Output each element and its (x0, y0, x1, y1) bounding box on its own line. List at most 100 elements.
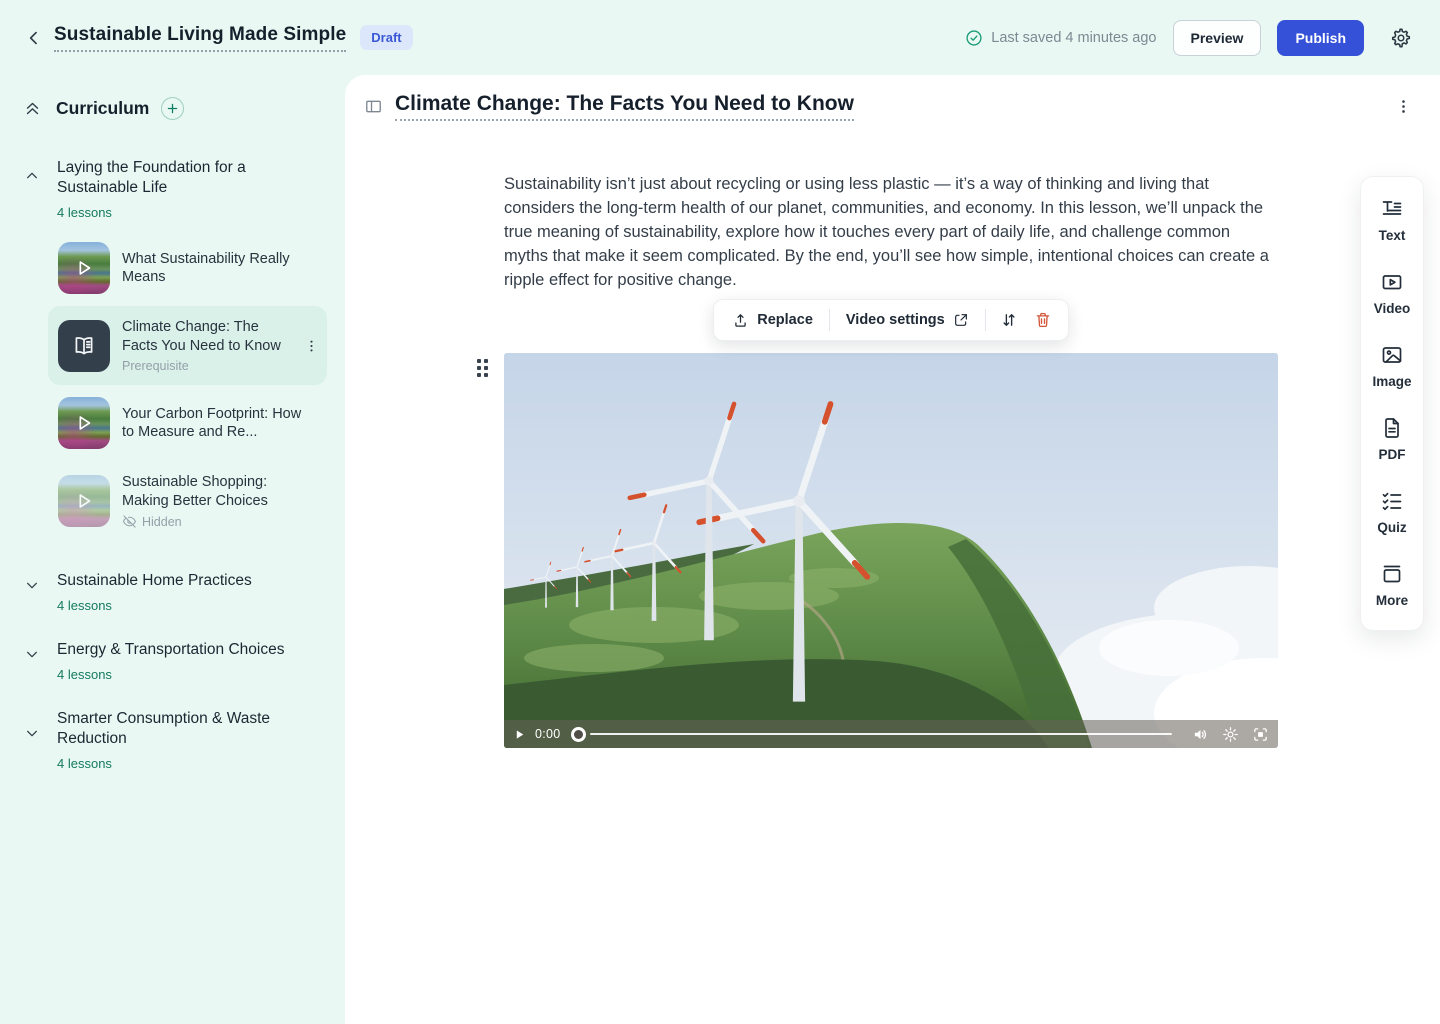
video-block: 0:00 (504, 353, 1278, 748)
section-title: Energy & Transportation Choices (57, 640, 284, 660)
add-section-button[interactable] (161, 97, 184, 120)
insert-image-button[interactable]: Image (1372, 343, 1411, 389)
section-lesson-count: 4 lessons (57, 205, 272, 220)
video-play-button[interactable] (513, 728, 526, 741)
section-header[interactable]: Smarter Consumption & Waste Reduction 4 … (0, 709, 345, 771)
lesson-editor-panel: Climate Change: The Facts You Need to Kn… (345, 75, 1440, 1024)
toolbar-divider (829, 309, 830, 331)
section-title: Sustainable Home Practices (57, 571, 252, 591)
rail-item-label: Image (1372, 374, 1411, 389)
chevron-down-icon (24, 577, 40, 593)
move-block-button[interactable] (992, 307, 1026, 333)
insert-pdf-button[interactable]: PDF (1379, 416, 1406, 462)
lesson-menu-button[interactable] (1391, 94, 1416, 119)
header-actions: Last saved 4 minutes ago Preview Publish (965, 20, 1416, 56)
play-icon (58, 242, 110, 294)
video-still-wind-turbines (504, 353, 1278, 748)
lesson-reading-thumbnail (58, 320, 110, 372)
collapse-all-button[interactable] (24, 100, 41, 117)
lesson-heading[interactable]: Climate Change: The Facts You Need to Kn… (395, 92, 854, 121)
video-progress-bar[interactable] (590, 733, 1172, 736)
lesson-title: What Sustainability Really Means (122, 250, 317, 287)
section-lesson-count: 4 lessons (57, 598, 252, 613)
text-icon (1380, 197, 1404, 221)
insert-block-rail: Text Video Image PDF Quiz More (1360, 176, 1424, 631)
lesson-item-hidden[interactable]: Sustainable Shopping: Making Better Choi… (48, 461, 327, 541)
video-controls: 0:00 (504, 720, 1278, 748)
section-header[interactable]: Energy & Transportation Choices 4 lesson… (0, 640, 345, 682)
preview-button[interactable]: Preview (1173, 20, 1262, 56)
more-blocks-icon (1380, 562, 1404, 586)
lesson-title: Sustainable Shopping: Making Better Choi… (122, 473, 317, 510)
section-lesson-count: 4 lessons (57, 756, 277, 771)
course-title[interactable]: Sustainable Living Made Simple (54, 24, 346, 52)
curriculum-section: Laying the Foundation for a Sustainable … (0, 158, 345, 541)
pdf-icon (1380, 416, 1404, 440)
curriculum-section: Energy & Transportation Choices 4 lesson… (0, 640, 345, 682)
section-title: Laying the Foundation for a Sustainable … (57, 158, 272, 198)
section-header[interactable]: Laying the Foundation for a Sustainable … (0, 158, 345, 220)
lesson-menu-button[interactable] (304, 338, 319, 353)
lesson-item[interactable]: Your Carbon Footprint: How to Measure an… (48, 385, 327, 461)
lesson-hidden-tag: Hidden (122, 514, 317, 529)
top-bar: Sustainable Living Made Simple Draft Las… (0, 0, 1440, 75)
curriculum-header: Curriculum (0, 97, 345, 126)
settings-button[interactable] (1386, 23, 1416, 53)
lesson-list: What Sustainability Really Means Climate… (48, 230, 327, 541)
insert-video-button[interactable]: Video (1374, 270, 1411, 316)
upload-icon (732, 312, 749, 329)
rail-item-label: More (1376, 593, 1408, 608)
video-player[interactable]: 0:00 (504, 353, 1278, 748)
video-volume-button[interactable] (1192, 726, 1209, 743)
insert-quiz-button[interactable]: Quiz (1377, 489, 1406, 535)
lesson-item-selected[interactable]: Climate Change: The Facts You Need to Kn… (48, 306, 327, 385)
video-icon (1380, 270, 1404, 294)
toolbar-divider (985, 309, 986, 331)
lesson-video-thumbnail (58, 242, 110, 294)
kebab-icon (304, 338, 319, 353)
delete-block-button[interactable] (1026, 307, 1060, 333)
rail-item-label: Quiz (1377, 520, 1406, 535)
quiz-icon (1380, 489, 1404, 513)
insert-text-button[interactable]: Text (1379, 197, 1406, 243)
curriculum-section: Sustainable Home Practices 4 lessons (0, 571, 345, 613)
toggle-sidebar-button[interactable] (364, 97, 383, 116)
trash-icon (1034, 311, 1052, 329)
plus-icon (166, 102, 179, 115)
gear-icon (1222, 726, 1239, 743)
status-badge: Draft (360, 25, 412, 50)
section-title: Smarter Consumption & Waste Reduction (57, 709, 277, 749)
drag-handle[interactable] (477, 359, 488, 377)
eye-off-icon (122, 514, 137, 529)
insert-more-button[interactable]: More (1376, 562, 1408, 608)
video-settings-button[interactable]: Video settings (836, 308, 979, 332)
publish-button[interactable]: Publish (1277, 20, 1364, 56)
section-header[interactable]: Sustainable Home Practices 4 lessons (0, 571, 345, 613)
video-scrubber-handle[interactable] (571, 727, 586, 742)
lesson-title: Climate Change: The Facts You Need to Kn… (122, 318, 290, 355)
lesson-title-row: Climate Change: The Facts You Need to Kn… (345, 92, 1440, 121)
kebab-icon (1395, 98, 1412, 115)
lesson-tag: Prerequisite (122, 359, 290, 373)
video-timestamp: 0:00 (535, 727, 561, 741)
play-icon (58, 475, 110, 527)
chevron-up-icon (24, 168, 40, 184)
check-circle-icon (965, 29, 983, 47)
sort-arrows-icon (1000, 311, 1018, 329)
back-button[interactable] (20, 24, 48, 52)
lesson-title: Your Carbon Footprint: How to Measure an… (122, 405, 317, 442)
lesson-item[interactable]: What Sustainability Really Means (48, 230, 327, 306)
video-block-toolbar: Replace Video settings (713, 299, 1068, 341)
play-icon (58, 397, 110, 449)
chevron-down-icon (24, 646, 40, 662)
video-fullscreen-button[interactable] (1252, 726, 1269, 743)
external-link-icon (953, 312, 969, 328)
lesson-paragraph[interactable]: Sustainability isn’t just about recyclin… (504, 172, 1278, 292)
curriculum-title: Curriculum (56, 98, 149, 119)
image-icon (1380, 343, 1404, 367)
section-lesson-count: 4 lessons (57, 667, 284, 682)
replace-video-button[interactable]: Replace (722, 308, 823, 333)
video-settings-gear-button[interactable] (1222, 726, 1239, 743)
gear-icon (1390, 27, 1412, 49)
double-chevron-up-icon (24, 100, 41, 117)
